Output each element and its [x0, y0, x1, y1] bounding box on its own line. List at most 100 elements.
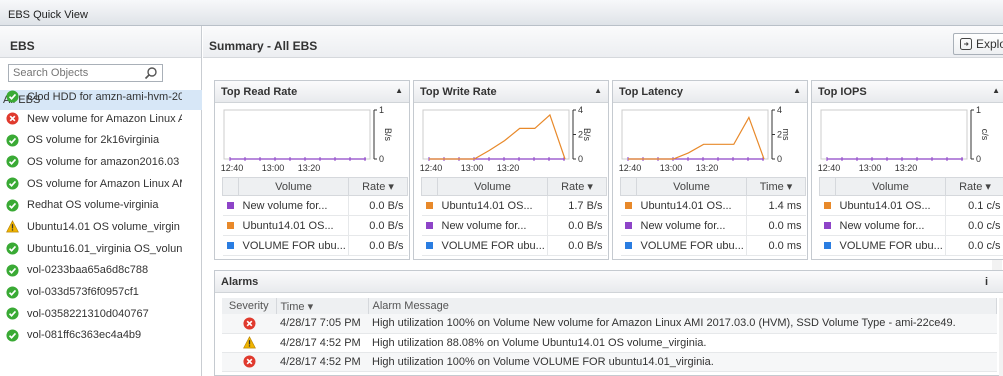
volume-value: 1.4 ms	[746, 195, 806, 216]
volume-item-label: vol-0358221310d040767	[27, 307, 149, 320]
volume-name: VOLUME FOR ubu...	[636, 235, 747, 256]
y-tick-label: 0	[578, 154, 583, 164]
y-tick-label: 4	[578, 105, 583, 115]
series-swatch-cell	[620, 195, 637, 216]
alarm-row[interactable]: 4/28/17 4:52 PM High utilization 100% on …	[222, 352, 997, 372]
color-header	[620, 177, 637, 196]
severity-cell	[222, 333, 276, 353]
alarm-message: High utilization 100% on Volume New volu…	[368, 314, 997, 334]
alarm-row[interactable]: 4/28/17 7:05 PM High utilization 100% on …	[222, 314, 997, 334]
table-row[interactable]: New volume for... 0.0 c/s	[819, 215, 1003, 236]
collapse-icon[interactable]: ▲	[594, 86, 602, 95]
chart-title: Top Latency	[619, 86, 683, 98]
table-row[interactable]: VOLUME FOR ubu... 0.0 ms	[620, 235, 806, 256]
volume-item-label: vol-0233baa65a6d8c788	[27, 264, 149, 277]
search-icon[interactable]	[144, 66, 158, 80]
y-tick-label: 0	[379, 154, 384, 164]
series-swatch-cell	[421, 195, 438, 216]
color-header	[222, 177, 239, 196]
volume-value: 0.0 B/s	[547, 235, 607, 256]
y-tick-label: 1	[976, 105, 981, 115]
series-swatch-cell	[819, 215, 836, 236]
volume-item[interactable]: OS volume for amazon2016.03	[0, 151, 202, 173]
value-header[interactable]: Rate ▾	[348, 177, 408, 196]
x-tick-label: 12:40	[818, 163, 841, 173]
table-row[interactable]: VOLUME FOR ubu... 0.0 B/s	[222, 235, 408, 256]
top-volumes-table: Volume Rate ▾ New volume for... 0.0 B/s Ubun…	[222, 177, 408, 256]
volume-item[interactable]: vol-081ff6c363ec4a4b9	[0, 325, 202, 347]
warning-severity-icon	[242, 336, 256, 349]
top-volumes-table: Volume Time ▾ Ubuntu14.01 OS... 1.4 ms New v…	[620, 177, 806, 256]
volume-value: 0.0 B/s	[348, 235, 408, 256]
volume-name: New volume for...	[238, 195, 349, 216]
ok-status-icon	[6, 134, 19, 147]
series-swatch-cell	[222, 195, 239, 216]
search-input[interactable]	[9, 65, 137, 81]
series-swatch-cell	[222, 235, 239, 256]
time-header[interactable]: Time ▾	[276, 298, 369, 314]
explore-icon	[960, 38, 972, 50]
alarm-message: High utilization 100% on Volume VOLUME F…	[368, 352, 997, 372]
y-axis-unit: ms	[781, 129, 791, 141]
volume-item[interactable]: Ubuntu14.01 OS volume_virgin	[0, 216, 202, 238]
series-swatch-cell	[620, 215, 637, 236]
volume-header[interactable]: Volume	[437, 177, 548, 196]
x-tick-label: 13:20	[497, 163, 520, 173]
ok-status-icon	[6, 307, 19, 320]
volume-item[interactable]: Redhat OS volume-virginia	[0, 194, 202, 216]
table-row[interactable]: VOLUME FOR ubu... 0.0 B/s	[421, 235, 607, 256]
volume-item[interactable]: OS volume for Amazon Linux AM	[0, 173, 202, 195]
severity-header[interactable]: Severity	[222, 298, 277, 314]
alarm-row[interactable]: 4/28/17 4:52 PM High utilization 88.08% o…	[222, 333, 997, 353]
series-swatch	[426, 241, 433, 249]
volume-item[interactable]: vol-0358221310d040767	[0, 303, 202, 325]
explore-label: Explo	[976, 37, 1003, 51]
alarm-time: 4/28/17 4:52 PM	[276, 333, 368, 353]
y-tick-label: 0	[777, 154, 782, 164]
collapse-icon[interactable]: ▲	[992, 86, 1000, 95]
value-header[interactable]: Time ▾	[746, 177, 806, 196]
volume-header[interactable]: Volume	[238, 177, 349, 196]
y-tick-label: 4	[777, 105, 782, 115]
line-chart: 420ms12:40 13:00 13:20	[619, 105, 791, 173]
alarms-panel: Alarms i Severity Time ▾ Alarm Message 4…	[214, 270, 1003, 376]
volume-item[interactable]: vol-033d573f6f0957cf1	[0, 281, 202, 303]
message-header[interactable]: Alarm Message	[368, 298, 997, 314]
volume-item[interactable]: Ubuntu16.01_virginia OS_volun	[0, 238, 202, 260]
table-row[interactable]: New volume for... 0.0 B/s	[222, 195, 408, 216]
chart-panel: Top Latency ▲ 4 2 0 ms 12:40 13:00 13:20 Volume Ti…	[612, 80, 808, 260]
table-row[interactable]: New volume for... 0.0 B/s	[421, 215, 607, 236]
volume-item[interactable]: OS volume for 2k16virginia	[0, 129, 202, 151]
alarms-table: Severity Time ▾ Alarm Message 4/28/17 7:…	[222, 298, 997, 372]
volume-list: Clod HDD for amzn-ami-hvm-20 New volume f…	[0, 86, 202, 350]
series-swatch	[824, 221, 831, 229]
chart-panel: Top Read Rate ▲ 1 0 B/s 12:40 13:00 13:20 Volume…	[214, 80, 410, 260]
value-header[interactable]: Rate ▾	[945, 177, 1003, 196]
volume-value: 0.0 c/s	[945, 215, 1003, 236]
table-row[interactable]: Ubuntu14.01 OS... 0.1 c/s	[819, 195, 1003, 216]
alarms-scroll-up-icon[interactable]: ▲	[999, 298, 1003, 376]
search-box[interactable]	[8, 64, 163, 82]
chart-panel-header: Top Latency ▲	[613, 81, 807, 103]
collapse-icon[interactable]: ▲	[395, 86, 403, 95]
line-chart: 1 0 c/s 12:40 13:00 13:20	[818, 105, 990, 173]
table-row[interactable]: Ubuntu14.01 OS... 1.7 B/s	[421, 195, 607, 216]
volume-value: 1.7 B/s	[547, 195, 607, 216]
volume-item[interactable]: vol-0233baa65a6d8c788	[0, 260, 202, 282]
volume-item[interactable]: New volume for Amazon Linux A	[0, 108, 202, 130]
severity-cell	[222, 352, 276, 372]
table-row[interactable]: VOLUME FOR ubu... 0.0 c/s	[819, 235, 1003, 256]
info-icon[interactable]: i	[985, 276, 988, 288]
table-row[interactable]: Ubuntu14.01 OS... 1.4 ms	[620, 195, 806, 216]
table-row[interactable]: New volume for... 0.0 ms	[620, 215, 806, 236]
volume-header[interactable]: Volume	[636, 177, 747, 196]
volume-item-label: Ubuntu16.01_virginia OS_volun	[27, 242, 182, 255]
volume-item[interactable]: Clod HDD for amzn-ami-hvm-20	[0, 86, 202, 108]
ok-status-icon	[6, 199, 19, 212]
collapse-icon[interactable]: ▲	[793, 86, 801, 95]
explore-button[interactable]: Explo	[953, 33, 1003, 55]
volume-header[interactable]: Volume	[835, 177, 946, 196]
table-row[interactable]: Ubuntu14.01 OS... 0.0 B/s	[222, 215, 408, 236]
volume-item[interactable]: VOLUME FOR ubuntu14.01_virg	[0, 346, 202, 350]
value-header[interactable]: Rate ▾	[547, 177, 607, 196]
